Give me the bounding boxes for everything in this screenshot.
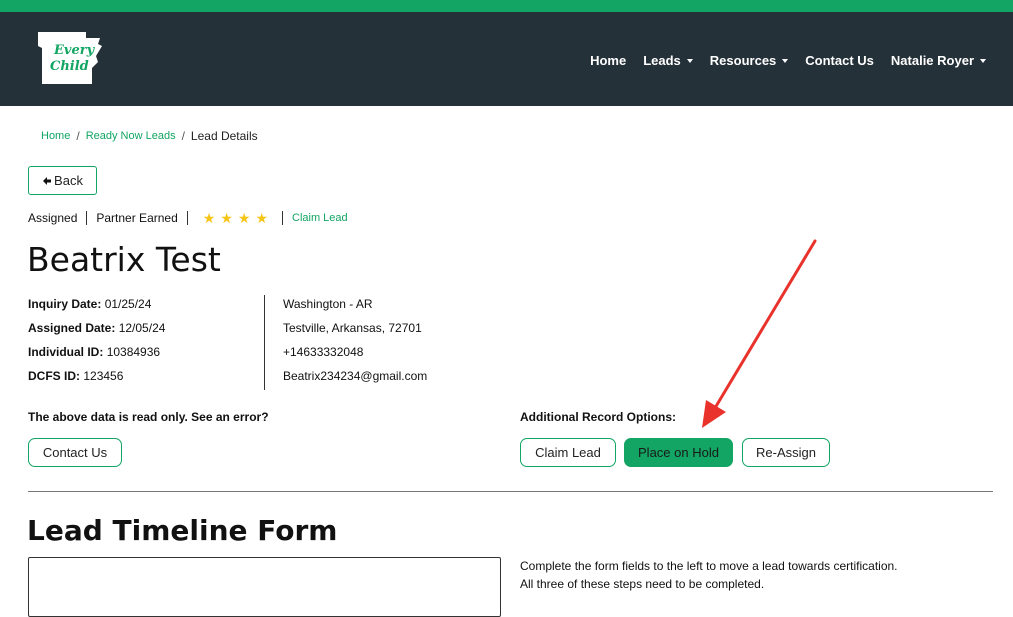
individual-id-label: Individual ID: — [28, 345, 104, 359]
dcfs-id-value: 123456 — [83, 369, 124, 383]
record-options-label: Additional Record Options: — [520, 410, 676, 424]
nav-contact-label: Contact Us — [805, 53, 874, 68]
timeline-instructions: Complete the form fields to the left to … — [520, 557, 898, 593]
assigned-date-value: 12/05/24 — [118, 321, 166, 335]
status-divider — [186, 211, 188, 225]
breadcrumb-current: Lead Details — [190, 129, 258, 143]
star-rating: ★ ★ ★ ★ — [203, 211, 268, 225]
lead-details-left: Inquiry Date: 01/25/24 Assigned Date: 12… — [28, 297, 165, 393]
arrow-left-icon — [43, 176, 52, 185]
assigned-date-label: Assigned Date: — [28, 321, 116, 335]
claim-lead-button-label: Claim Lead — [535, 445, 601, 460]
section-divider — [28, 491, 993, 492]
readonly-note: The above data is read only. See an erro… — [28, 410, 269, 424]
email: Beatrix234234@gmail.com — [283, 369, 428, 383]
lead-name: Beatrix Test — [27, 240, 221, 279]
nav-resources[interactable]: Resources — [709, 53, 789, 68]
star-icon: ★ — [220, 210, 233, 226]
status-divider — [86, 211, 88, 225]
nav-contact-us[interactable]: Contact Us — [805, 53, 874, 68]
timeline-form-title: Lead Timeline Form — [27, 514, 338, 547]
lead-status-row: Assigned Partner Earned ★ ★ ★ ★ Claim Le… — [28, 211, 348, 225]
nav-resources-label: Resources — [709, 53, 777, 68]
back-button[interactable]: Back — [28, 166, 97, 195]
star-icon: ★ — [237, 210, 251, 226]
breadcrumb-home[interactable]: Home — [41, 130, 70, 142]
place-on-hold-button[interactable]: Place on Hold — [624, 438, 733, 467]
inquiry-date-row: Inquiry Date: 01/25/24 — [28, 297, 165, 321]
nav-home[interactable]: Home — [590, 53, 626, 68]
star-icon: ★ — [255, 210, 269, 226]
instruction-line-1: Complete the form fields to the left to … — [520, 559, 898, 573]
individual-id-value: 10384936 — [106, 345, 161, 359]
every-child-logo[interactable]: Every Child — [34, 28, 104, 88]
navbar: Every Child Home Leads Resources Contact… — [0, 12, 1013, 106]
main-nav: Home Leads Resources Contact Us Natalie … — [573, 53, 986, 68]
caret-down-icon — [782, 58, 789, 63]
svg-text:Child: Child — [50, 59, 89, 74]
address: Testville, Arkansas, 72701 — [283, 321, 422, 335]
star-icon: ★ — [202, 210, 216, 226]
dcfs-id-label: DCFS ID: — [28, 369, 80, 383]
svg-text:Every: Every — [53, 43, 96, 58]
reassign-button[interactable]: Re-Assign — [742, 438, 830, 467]
assigned-status: Assigned — [28, 211, 78, 225]
contact-us-button[interactable]: Contact Us — [28, 438, 122, 467]
individual-id-row: Individual ID: 10384936 — [28, 345, 165, 369]
timeline-form-box[interactable] — [28, 557, 501, 617]
phone: +14633332048 — [283, 345, 364, 359]
breadcrumb: Home / Ready Now Leads / Lead Details — [41, 129, 258, 143]
status-divider — [282, 211, 284, 225]
instruction-line-2: All three of these steps need to be comp… — [520, 577, 765, 591]
place-on-hold-button-label: Place on Hold — [638, 445, 719, 460]
user-name: Natalie Royer — [890, 53, 974, 68]
annotation-arrow-icon — [702, 239, 817, 428]
breadcrumb-ready-now-leads[interactable]: Ready Now Leads — [86, 130, 176, 142]
nav-leads[interactable]: Leads — [643, 53, 693, 68]
caret-down-icon — [980, 58, 986, 63]
inquiry-date-value: 01/25/24 — [104, 297, 152, 311]
nav-leads-label: Leads — [643, 53, 681, 68]
caret-down-icon — [686, 58, 693, 63]
dcfs-id-row: DCFS ID: 123456 — [28, 369, 165, 393]
reassign-button-label: Re-Assign — [756, 445, 816, 460]
claim-lead-button[interactable]: Claim Lead — [520, 438, 616, 467]
claim-lead-link[interactable]: Claim Lead — [292, 212, 348, 224]
contact-us-button-label: Contact Us — [42, 445, 108, 460]
county: Washington - AR — [283, 297, 373, 311]
partner-earned-status: Partner Earned — [96, 211, 178, 225]
nav-home-label: Home — [590, 53, 627, 68]
inquiry-date-label: Inquiry Date: — [28, 297, 102, 311]
nav-user-menu[interactable]: Natalie Royer — [891, 53, 986, 68]
lead-details-right: Washington - AR Testville, Arkansas, 727… — [283, 297, 427, 393]
assigned-date-row: Assigned Date: 12/05/24 — [28, 321, 165, 345]
back-button-label: Back — [54, 173, 83, 188]
breadcrumb-separator: / — [181, 129, 185, 143]
breadcrumb-separator: / — [76, 129, 80, 143]
details-divider — [264, 295, 265, 390]
top-accent-strip — [0, 0, 1013, 12]
